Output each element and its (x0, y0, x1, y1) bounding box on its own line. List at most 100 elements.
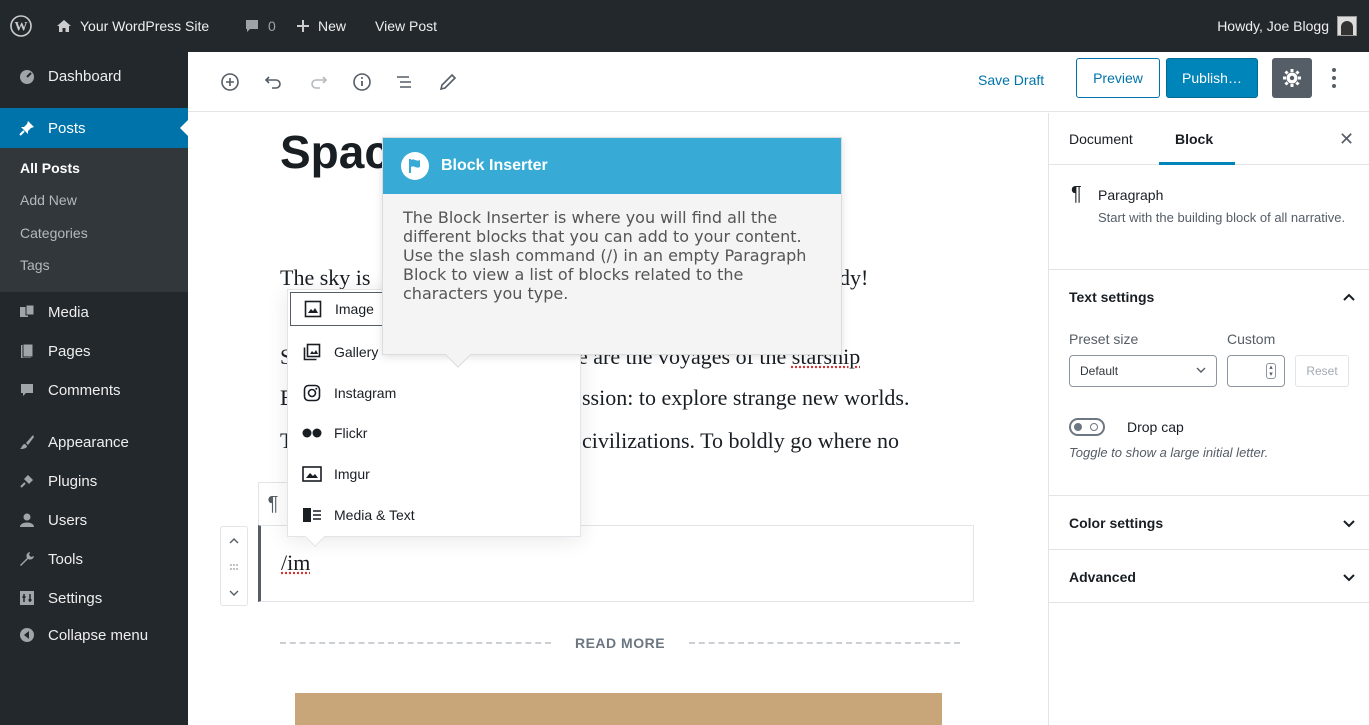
menu-label: Settings (48, 589, 103, 607)
tip-title: Block Inserter (441, 157, 548, 174)
autocomplete-label: Imgur (334, 466, 370, 482)
menu-label: Dashboard (48, 67, 122, 85)
submenu-categories[interactable]: Categories (20, 225, 88, 241)
add-block-icon[interactable] (212, 64, 248, 100)
active-indicator (180, 120, 188, 136)
menu-settings[interactable]: Settings (0, 578, 188, 618)
toggle-knob (1074, 423, 1082, 431)
autocomplete-item-flickr[interactable]: Flickr (288, 413, 580, 453)
autocomplete-label: Flickr (334, 425, 368, 441)
paragraph-text[interactable]: The sky is (280, 265, 370, 291)
drop-cap-toggle[interactable] (1069, 418, 1105, 436)
plus-icon (296, 19, 310, 33)
paragraph-text[interactable]: dy! (839, 265, 868, 291)
custom-size-input[interactable]: ▴ ▾ (1227, 355, 1285, 387)
autocomplete-item-imgur[interactable]: Imgur (288, 454, 580, 494)
dashed-line (280, 642, 551, 644)
undo-icon[interactable] (256, 64, 292, 100)
outline-icon[interactable] (386, 64, 422, 100)
menu-tools[interactable]: Tools (0, 539, 188, 579)
slash-command-text[interactable]: /im (281, 550, 310, 576)
stepper-icon[interactable]: ▴ ▾ (1266, 363, 1276, 379)
menu-pages[interactable]: Pages (0, 331, 188, 371)
menu-label: Posts (48, 119, 86, 137)
autocomplete-item-instagram[interactable]: Instagram (288, 373, 580, 413)
paragraph-icon: ¶ (1071, 183, 1082, 205)
paragraph-block-icon[interactable]: ¶ (258, 482, 288, 525)
submenu-add-new[interactable]: Add New (20, 192, 77, 208)
pages-icon (18, 342, 36, 360)
menu-users[interactable]: Users (0, 500, 188, 540)
menu-posts[interactable]: Posts (0, 108, 188, 148)
submenu-all-posts[interactable]: All Posts (20, 160, 80, 176)
menu-label: Comments (48, 381, 121, 399)
menu-appearance[interactable]: Appearance (0, 422, 188, 462)
publish-button[interactable]: Publish… (1166, 58, 1258, 98)
tab-block[interactable]: Block (1175, 131, 1213, 147)
howdy-text: Howdy, Joe Blogg (1217, 18, 1329, 34)
wordpress-logo-icon[interactable]: W (10, 0, 32, 52)
drop-cap-label: Drop cap (1127, 419, 1184, 435)
block-card-description: Start with the building block of all nar… (1098, 210, 1346, 225)
settings-gear-icon[interactable] (1272, 58, 1312, 98)
post-title[interactable]: Spac (280, 125, 390, 179)
reset-button[interactable]: Reset (1295, 355, 1349, 387)
close-icon[interactable]: ✕ (1339, 129, 1354, 150)
paragraph-text[interactable]: ssion: to explore strange new worlds. (582, 385, 910, 411)
submenu-tags[interactable]: Tags (20, 257, 50, 273)
block-inserter-tip: Block Inserter The Block Inserter is whe… (382, 137, 842, 368)
paragraph-text[interactable]: civilizations. To boldly go where no (582, 428, 899, 454)
menu-label: Appearance (48, 433, 129, 451)
panel-title: Advanced (1069, 569, 1136, 585)
site-name: Your WordPress Site (80, 18, 210, 34)
redo-icon[interactable] (300, 64, 336, 100)
home-icon (56, 18, 72, 34)
preview-button[interactable]: Preview (1076, 58, 1160, 98)
preset-size-label: Preset size (1069, 331, 1139, 347)
account-menu[interactable]: Howdy, Joe Blogg (1217, 0, 1357, 52)
move-up-icon[interactable] (221, 529, 247, 553)
chevron-down-icon (1196, 364, 1206, 376)
new-content-link[interactable]: New (296, 0, 346, 52)
chevron-up-icon[interactable] (1343, 288, 1355, 304)
advanced-panel[interactable]: Advanced (1049, 550, 1369, 603)
chevron-down-icon (1343, 569, 1355, 585)
preset-size-select[interactable]: Default (1069, 355, 1217, 387)
info-icon[interactable] (344, 64, 380, 100)
save-draft-button[interactable]: Save Draft (978, 72, 1044, 88)
menu-collapse[interactable]: Collapse menu (0, 615, 188, 655)
view-post-link[interactable]: View Post (375, 0, 437, 52)
drag-handle-icon[interactable] (221, 555, 247, 579)
color-settings-panel[interactable]: Color settings (1049, 496, 1369, 550)
block-card-title: Paragraph (1098, 187, 1164, 203)
menu-comments[interactable]: Comments (0, 370, 188, 410)
autocomplete-label: Gallery (334, 344, 379, 360)
comments-link[interactable]: 0 (244, 0, 276, 52)
comment-icon (18, 381, 36, 399)
menu-media[interactable]: Media (0, 292, 188, 332)
site-name-link[interactable]: Your WordPress Site (56, 0, 209, 52)
edit-pencil-icon[interactable] (430, 64, 466, 100)
dashed-line (689, 642, 960, 644)
more-options-icon[interactable] (1324, 62, 1344, 94)
tip-header: Block Inserter (383, 138, 841, 194)
instagram-icon (302, 383, 322, 403)
settings-sidebar: Document Block ✕ ¶ Paragraph Start with … (1048, 113, 1369, 725)
wrench-icon (18, 550, 36, 568)
menu-label: Collapse menu (48, 626, 149, 644)
custom-size-label: Custom (1227, 331, 1276, 347)
block-mover (220, 526, 248, 606)
featured-image-block[interactable] (295, 693, 942, 725)
panel-title[interactable]: Text settings (1069, 289, 1154, 305)
autocomplete-item-image[interactable]: Image (290, 292, 386, 326)
preset-size-value: Default (1080, 364, 1119, 378)
menu-dashboard[interactable]: Dashboard (0, 56, 188, 96)
gallery-icon (302, 342, 322, 362)
avatar (1337, 16, 1357, 36)
pushpin-icon (18, 119, 36, 137)
flickr-icon (302, 423, 322, 443)
menu-plugins[interactable]: Plugins (0, 461, 188, 501)
tab-document[interactable]: Document (1069, 131, 1133, 147)
move-down-icon[interactable] (221, 581, 247, 605)
autocomplete-item-media-text[interactable]: Media & Text (288, 495, 580, 535)
